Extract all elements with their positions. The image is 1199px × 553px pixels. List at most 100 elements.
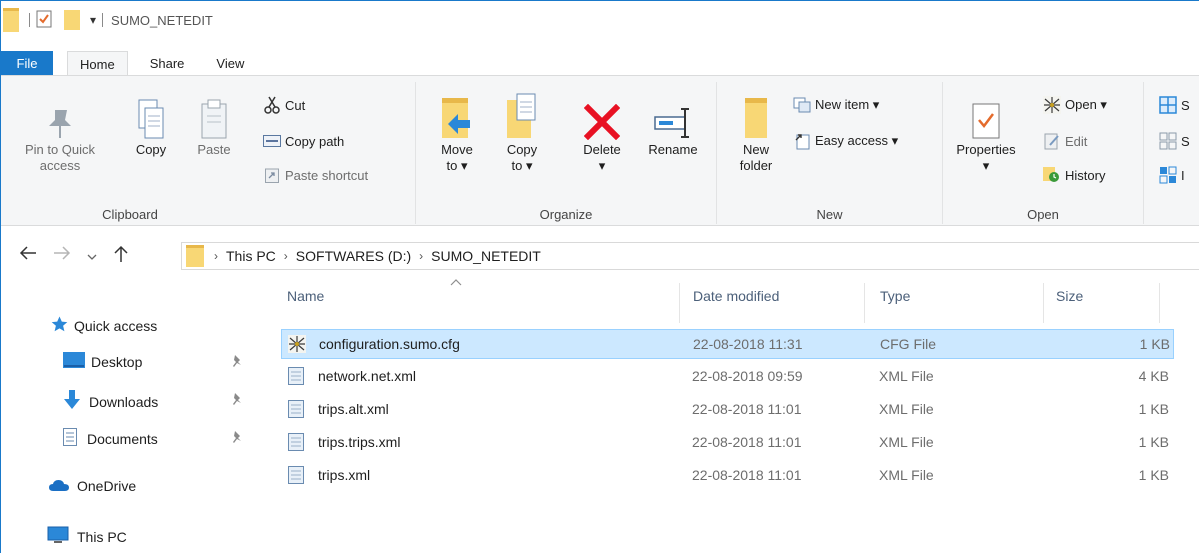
column-header-date-modified[interactable]: Date modified [693,288,779,304]
sumo-app-icon [1043,96,1061,114]
nav-quick-access[interactable]: Quick access [51,316,157,335]
ribbon-tabs: File Home Share View [1,51,250,76]
edit-button[interactable]: Edit [1043,132,1087,150]
paste-shortcut-icon [263,166,281,184]
column-divider[interactable] [864,283,865,323]
new-item-button[interactable]: New item ▾ [793,96,879,114]
tab-view[interactable]: View [210,51,250,76]
copy-path-icon [263,132,281,150]
easy-access-icon [793,132,811,150]
pin-icon [13,84,107,140]
paste-shortcut-button[interactable]: Paste shortcut [263,166,368,184]
group-open: Properties ▾ Open ▾ Edit History Open [943,76,1143,226]
group-label-new: New [816,207,843,222]
file-name: trips.trips.xml [318,434,401,450]
breadcrumb-separator: › [214,249,218,263]
toolbar-separator [29,13,30,27]
file-row[interactable]: network.net.xml 22-08-2018 09:59 XML Fil… [281,362,1174,392]
new-folder-icon[interactable] [64,8,80,33]
file-date: 22-08-2018 11:01 [692,467,802,483]
toolbar-separator [102,13,104,27]
nav-desktop[interactable]: Desktop [63,352,142,371]
file-type: XML File [879,368,934,384]
file-size: 1 KB [1138,467,1169,483]
file-row[interactable]: trips.xml 22-08-2018 11:01 XML File 1 KB [281,461,1174,491]
paste-button[interactable]: Paste [193,84,235,158]
scissors-icon [263,96,281,114]
new-folder-button[interactable]: New folder [731,84,781,174]
sumo-config-file-icon [288,335,306,356]
history-button[interactable]: History [1043,166,1105,184]
breadcrumb-sumo-netedit[interactable]: SUMO_NETEDIT [431,248,541,264]
nav-documents[interactable]: Documents [63,428,158,449]
group-clipboard: Pin to Quick access Copy Paste Clipboard [1,76,259,226]
back-arrow-icon[interactable] [19,245,37,266]
invert-selection-button[interactable]: I [1159,166,1185,184]
move-to-button[interactable]: Move to ▾ [434,84,480,174]
copy-to-icon [499,84,545,140]
select-none-button[interactable]: S [1159,132,1190,150]
move-to-icon [434,84,480,140]
star-icon [51,316,68,335]
file-row[interactable]: trips.trips.xml 22-08-2018 11:01 XML Fil… [281,428,1174,458]
xml-file-icon [288,367,304,388]
file-name: configuration.sumo.cfg [319,336,460,352]
tab-home[interactable]: Home [67,51,128,76]
delete-button[interactable]: Delete ▾ [573,84,631,174]
breadcrumb-separator[interactable]: › [284,249,288,263]
file-list: Name Date modified Type Size configurati… [258,277,1199,553]
cut-button[interactable]: Cut [263,96,305,114]
file-size: 4 KB [1138,368,1169,384]
file-name: trips.alt.xml [318,401,389,417]
pin-to-quick-access-button[interactable]: Pin to Quick access [13,84,107,174]
easy-access-button[interactable]: Easy access ▾ [793,132,898,150]
recent-locations-chevron-icon[interactable] [87,248,97,266]
delete-x-icon [573,84,631,140]
column-header-size[interactable]: Size [1056,288,1083,304]
tab-file[interactable]: File [1,51,53,76]
breadcrumb-separator[interactable]: › [419,249,423,263]
column-divider[interactable] [1159,283,1160,323]
column-header-type[interactable]: Type [880,288,910,304]
select-all-button[interactable]: S [1159,96,1190,114]
file-size: 1 KB [1139,336,1170,352]
nav-onedrive[interactable]: OneDrive [49,478,136,494]
column-divider[interactable] [679,283,680,323]
pin-icon[interactable] [231,430,243,447]
nav-downloads[interactable]: Downloads [63,390,158,413]
pin-icon[interactable] [231,354,243,371]
xml-file-icon [288,400,304,421]
column-header-name[interactable]: Name [287,288,324,304]
pin-icon[interactable] [231,392,243,409]
address-bar[interactable]: › This PC › SOFTWARES (D:) › SUMO_NETEDI… [181,242,1199,270]
up-arrow-icon[interactable] [113,245,129,268]
file-type: CFG File [880,336,936,352]
file-type: XML File [879,434,934,450]
new-item-icon [793,96,811,114]
customize-toolbar-dropdown[interactable]: ▾ [90,13,96,27]
breadcrumb-this-pc[interactable]: This PC [226,248,276,264]
rename-button[interactable]: Rename [642,84,704,158]
file-type: XML File [879,467,934,483]
forward-arrow-icon[interactable] [53,245,71,266]
open-button[interactable]: Open ▾ [1043,96,1107,114]
properties-button[interactable]: Properties ▾ [953,84,1019,174]
file-date: 22-08-2018 11:31 [693,336,803,352]
file-row[interactable]: trips.alt.xml 22-08-2018 11:01 XML File … [281,395,1174,425]
copy-button[interactable]: Copy [131,84,171,158]
select-all-icon [1159,96,1177,114]
tab-share[interactable]: Share [142,51,193,76]
properties-check-icon[interactable] [36,10,52,31]
copy-path-button[interactable]: Copy path [263,132,344,150]
history-icon [1043,166,1061,184]
file-row[interactable]: configuration.sumo.cfg 22-08-2018 11:31 … [281,329,1174,359]
navigation-pane: Quick access Desktop Downloads Documents [1,286,258,553]
folder-icon [186,243,204,270]
column-divider[interactable] [1043,283,1044,323]
cloud-icon [49,478,69,494]
nav-this-pc[interactable]: This PC [47,526,127,547]
breadcrumb-softwares-drive[interactable]: SOFTWARES (D:) [296,248,411,264]
navigation-bar: › This PC › SOFTWARES (D:) › SUMO_NETEDI… [1,239,1199,271]
file-name: network.net.xml [318,368,417,384]
copy-to-button[interactable]: Copy to ▾ [499,84,545,174]
